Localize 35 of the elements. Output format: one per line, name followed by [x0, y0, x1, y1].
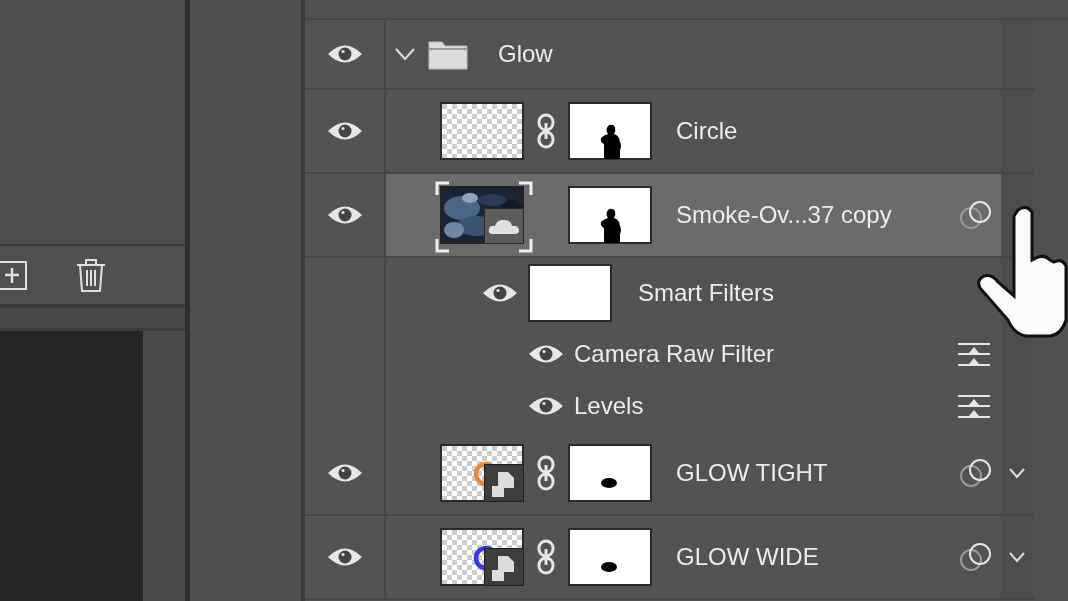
filter-name: Levels [574, 392, 644, 420]
eye-icon[interactable] [326, 204, 363, 226]
chain-link-icon[interactable] [537, 113, 555, 149]
overlapping-circles-icon[interactable] [959, 542, 993, 572]
layer-name: Circle [676, 117, 738, 145]
smart-object-badge-icon [484, 464, 524, 502]
smart-filters-label: Smart Filters [638, 279, 774, 307]
chevron-down-icon[interactable] [1008, 467, 1026, 479]
selection-corners-icon [435, 181, 533, 253]
filter-options-icon[interactable] [957, 341, 991, 367]
new-layer-icon[interactable] [0, 260, 28, 290]
smart-object-badge-icon [484, 548, 524, 586]
eye-icon[interactable] [326, 43, 363, 65]
eye-icon[interactable] [528, 395, 564, 417]
eye-icon[interactable] [326, 546, 363, 568]
eye-icon[interactable] [482, 282, 518, 304]
filter-name: Camera Raw Filter [574, 340, 775, 368]
eye-icon[interactable] [326, 120, 363, 142]
layer-name: GLOW TIGHT [676, 459, 828, 487]
cloud-badge-icon [484, 208, 524, 244]
overlapping-circles-icon[interactable] [959, 200, 993, 230]
layer-row[interactable]: Smoke-Ov...37 copy [386, 174, 1001, 256]
layer-name: Smoke-Ov...37 copy [676, 201, 892, 229]
group-name: Glow [498, 40, 553, 68]
chain-link-icon[interactable] [537, 539, 555, 575]
layer-name: GLOW WIDE [676, 543, 819, 571]
chevron-down-icon[interactable] [394, 47, 416, 61]
chain-link-icon[interactable] [537, 455, 555, 491]
eye-icon[interactable] [528, 343, 564, 365]
eye-icon[interactable] [326, 462, 363, 484]
filter-options-icon[interactable] [957, 393, 991, 419]
chevron-down-icon[interactable] [1008, 551, 1026, 563]
folder-icon [428, 38, 468, 70]
overlapping-circles-icon[interactable] [959, 458, 993, 488]
trash-icon[interactable] [76, 258, 106, 292]
